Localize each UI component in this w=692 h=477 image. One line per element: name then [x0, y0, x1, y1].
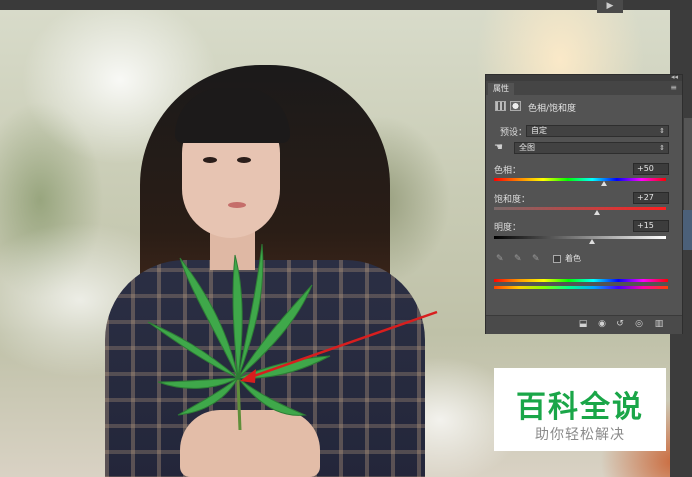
hue-slider-thumb[interactable]	[601, 181, 608, 186]
top-toolbar-strip	[0, 0, 692, 10]
watermark-badge: 百科全说 助你轻松解决	[494, 368, 666, 451]
preset-select-value: 自定	[531, 126, 547, 135]
saturation-value-input[interactable]: +27	[633, 192, 669, 204]
watermark-title: 百科全说	[516, 390, 644, 425]
eyedropper-plus-icon[interactable]: ✎	[514, 254, 522, 264]
play-icon[interactable]: ▶	[597, 0, 623, 13]
hue-saturation-layer-icon[interactable]	[495, 101, 506, 111]
adjustment-title: 色相/饱和度	[528, 104, 577, 114]
right-dock-tab[interactable]	[682, 210, 692, 250]
updown-arrow-icon: ⇕	[659, 127, 665, 135]
clip-to-layer-icon[interactable]: ⬓	[576, 319, 590, 329]
annotation-arrow-line	[247, 310, 438, 380]
lightness-value-input[interactable]: +15	[633, 220, 669, 232]
layer-mask-icon[interactable]	[510, 101, 521, 111]
properties-panel: ◂◂ 属性 ≡ 色相/饱和度 预设： 自定 ⇕ ☚ 全图 ⇕ 色相： +50 饱…	[485, 73, 683, 334]
lightness-slider[interactable]	[494, 236, 666, 239]
visibility-eye-icon[interactable]: ◎	[632, 319, 646, 329]
hue-label: 色相：	[494, 166, 522, 176]
collapse-icon[interactable]: ◂◂	[671, 73, 678, 81]
reset-icon[interactable]: ↺	[613, 319, 627, 329]
watermark-subtitle: 助你轻松解决	[535, 427, 625, 443]
panel-footer: ⬓ ◉ ↺ ◎ ▥	[486, 315, 682, 334]
updown-arrow-icon: ⇕	[659, 144, 665, 152]
eyedropper-icon[interactable]: ✎	[496, 254, 504, 264]
saturation-slider-thumb[interactable]	[594, 210, 601, 215]
view-previous-icon[interactable]: ◉	[595, 319, 609, 329]
leaf-blade	[237, 377, 307, 416]
preset-select[interactable]: 自定 ⇕	[526, 125, 669, 137]
hue-slider[interactable]	[494, 178, 666, 181]
panel-menu-icon[interactable]: ≡	[670, 83, 677, 92]
channel-select[interactable]: 全图 ⇕	[514, 142, 669, 154]
colorize-label: 着色	[565, 254, 581, 263]
channel-select-value: 全图	[519, 143, 535, 152]
hue-value-input[interactable]: +50	[633, 163, 669, 175]
preset-label: 预设：	[500, 128, 528, 138]
targeted-adjustment-hand-icon[interactable]: ☚	[494, 142, 503, 153]
lightness-slider-thumb[interactable]	[589, 239, 596, 244]
eyedropper-minus-icon[interactable]: ✎	[532, 254, 540, 264]
input-color-bar	[494, 279, 668, 282]
colorize-checkbox[interactable]	[553, 255, 561, 263]
output-color-bar	[494, 286, 668, 289]
panel-tab-bar: 属性 ≡	[486, 81, 682, 95]
trash-icon[interactable]: ▥	[652, 319, 666, 329]
saturation-label: 饱和度：	[494, 195, 531, 205]
lightness-label: 明度：	[494, 223, 522, 233]
leaf-blade	[232, 254, 243, 379]
saturation-slider[interactable]	[494, 207, 666, 210]
leaf-stem	[236, 379, 242, 431]
tab-properties[interactable]: 属性	[488, 83, 514, 95]
